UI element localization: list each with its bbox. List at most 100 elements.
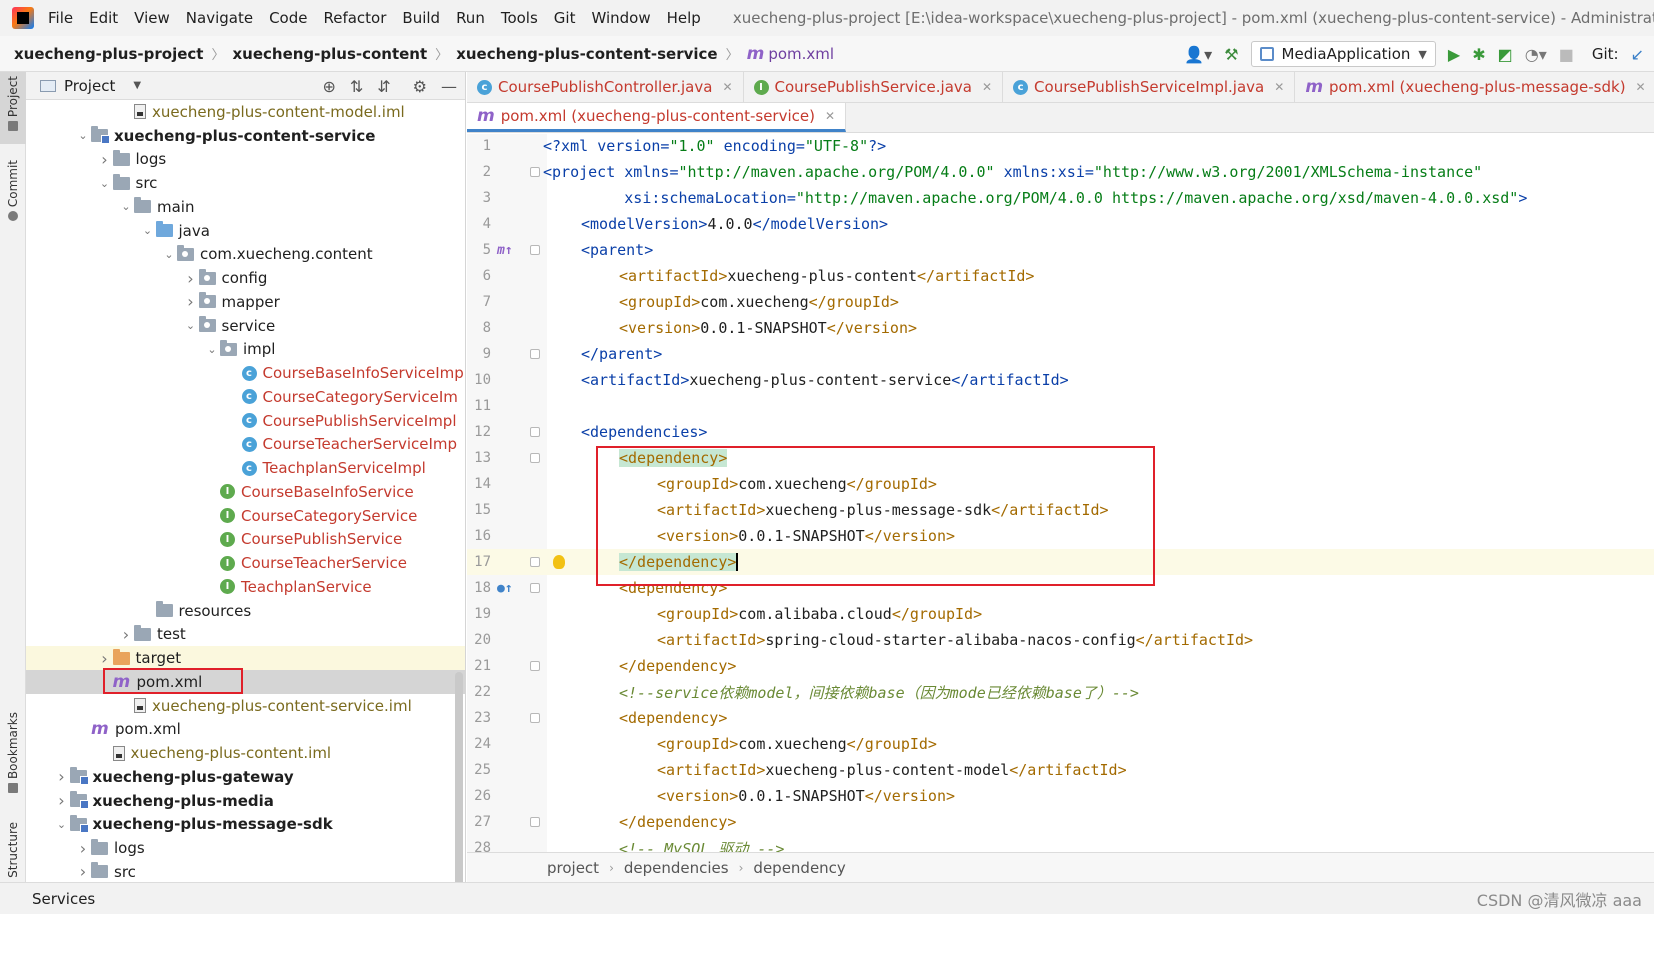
close-icon[interactable]: ✕ (825, 109, 835, 123)
gear-icon[interactable]: ⚙ (413, 77, 427, 96)
chevron-down-icon[interactable]: ⌄ (161, 248, 177, 261)
gutter-navigate-icon[interactable]: m↑ (497, 243, 513, 258)
tree-item[interactable]: ⌄ impl (26, 338, 465, 362)
tool-tab-project[interactable]: Project (0, 72, 26, 144)
tree-item[interactable]: ⌄ src (26, 171, 465, 195)
tree-item[interactable]: ⌄ xuecheng-plus-message-sdk (26, 813, 465, 837)
tree-item[interactable]: ⌄ xuecheng-plus-content-service (26, 124, 465, 148)
tree-item[interactable]: ›cCoursePublishServiceImpl (26, 409, 465, 433)
chevron-down-icon[interactable]: ▼ (133, 80, 141, 91)
fold-marker-icon[interactable] (530, 349, 540, 359)
chevron-down-icon[interactable]: ⌄ (118, 200, 134, 213)
menu-item-run[interactable]: Run (456, 9, 485, 27)
tool-tab-commit[interactable]: Commit (0, 160, 26, 222)
fold-marker-icon[interactable] (530, 167, 540, 177)
editor-tab[interactable]: c CoursePublishController.java ✕ (467, 72, 744, 102)
breadcrumb-project[interactable]: project (547, 859, 599, 877)
chevron-right-icon[interactable]: › (75, 839, 91, 858)
tree-item[interactable]: ›xuecheng-plus-content-model.iml (26, 100, 465, 124)
hide-panel-icon[interactable]: — (441, 77, 457, 96)
tree-item[interactable]: › logs (26, 148, 465, 172)
fold-marker-icon[interactable] (530, 453, 540, 463)
menu-item-refactor[interactable]: Refactor (323, 9, 386, 27)
editor-tab[interactable]: I CoursePublishService.java ✕ (744, 72, 1004, 102)
menu-item-window[interactable]: Window (591, 9, 650, 27)
chevron-down-icon[interactable]: ⌄ (204, 343, 220, 356)
breadcrumb-dependencies[interactable]: dependencies (624, 859, 729, 877)
tree-item[interactable]: ⌄ service (26, 314, 465, 338)
nav-crumb-submodule[interactable]: xuecheng-plus-content-service (456, 45, 717, 63)
project-panel-title[interactable]: Project (64, 77, 115, 95)
menu-item-edit[interactable]: Edit (89, 9, 118, 27)
nav-crumb-module[interactable]: xuecheng-plus-content (232, 45, 427, 63)
tree-item[interactable]: ›xuecheng-plus-content-service.iml (26, 694, 465, 718)
menu-item-file[interactable]: File (48, 9, 73, 27)
run-icon[interactable]: ▶ (1448, 45, 1460, 64)
fold-marker-icon[interactable] (530, 583, 540, 593)
fold-marker-icon[interactable] (530, 557, 540, 567)
chevron-right-icon[interactable]: › (183, 292, 199, 311)
tree-item[interactable]: ›cTeachplanServiceImpl (26, 456, 465, 480)
menu-item-help[interactable]: Help (667, 9, 701, 27)
chevron-right-icon[interactable]: › (54, 767, 70, 786)
tool-tab-services[interactable]: Services (32, 890, 95, 908)
tree-item[interactable]: ⌄ com.xuecheng.content (26, 243, 465, 267)
menu-item-tools[interactable]: Tools (501, 9, 538, 27)
gutter-navigate-icon[interactable]: ●↑ (497, 581, 513, 596)
chevron-right-icon[interactable]: › (97, 150, 113, 169)
profile-icon[interactable]: ◔▾ (1525, 45, 1547, 64)
tree-item[interactable]: ⌄ java (26, 219, 465, 243)
chevron-right-icon[interactable]: › (183, 269, 199, 288)
debug-icon[interactable]: ✱ (1472, 45, 1485, 64)
chevron-right-icon[interactable]: › (118, 625, 134, 644)
chevron-down-icon[interactable]: ⌄ (140, 224, 156, 237)
editor-tab[interactable]: m pom.xml (xuecheng-plus-message-sdk) ✕ (1295, 72, 1654, 102)
tree-item[interactable]: ›ITeachplanService (26, 575, 465, 599)
chevron-down-icon[interactable]: ⌄ (54, 818, 70, 831)
build-hammer-icon[interactable]: ⚒ (1224, 45, 1238, 64)
menu-item-build[interactable]: Build (402, 9, 440, 27)
fold-marker-icon[interactable] (530, 245, 540, 255)
stop-icon[interactable]: ■ (1559, 45, 1574, 64)
tree-item[interactable]: › config (26, 266, 465, 290)
tree-scrollbar[interactable] (455, 672, 463, 912)
fold-marker-icon[interactable] (530, 817, 540, 827)
run-configuration-select[interactable]: MediaApplication ▼ (1250, 41, 1436, 67)
tree-item[interactable]: ›ICourseTeacherService (26, 551, 465, 575)
tree-item[interactable]: ›ICourseBaseInfoService (26, 480, 465, 504)
chevron-down-icon[interactable]: ⌄ (75, 129, 91, 142)
menu-item-view[interactable]: View (134, 9, 170, 27)
tree-item[interactable]: ⌄ main (26, 195, 465, 219)
tree-item[interactable]: ›resources (26, 599, 465, 623)
tool-tab-bookmarks[interactable]: Bookmarks (0, 712, 26, 794)
tree-item[interactable]: ›cCourseBaseInfoServiceImp (26, 361, 465, 385)
lightbulb-icon[interactable] (553, 555, 565, 569)
nav-crumb-project[interactable]: xuecheng-plus-project (14, 45, 203, 63)
tree-item[interactable]: › xuecheng-plus-gateway (26, 765, 465, 789)
tree-item[interactable]: ›mpom.xml (26, 670, 465, 694)
menu-item-git[interactable]: Git (554, 9, 576, 27)
tree-item[interactable]: › logs (26, 836, 465, 860)
tree-item[interactable]: › target (26, 646, 465, 670)
tree-item[interactable]: ›ICoursePublishService (26, 528, 465, 552)
breadcrumb-dependency[interactable]: dependency (753, 859, 845, 877)
chevron-right-icon[interactable]: › (54, 791, 70, 810)
tree-item[interactable]: ›cCourseTeacherServiceImp (26, 433, 465, 457)
close-icon[interactable]: ✕ (982, 80, 992, 94)
collapse-all-icon[interactable]: ⇵ (377, 77, 390, 96)
fold-marker-icon[interactable] (530, 713, 540, 723)
git-update-icon[interactable]: ↙ (1631, 45, 1644, 64)
chevron-right-icon[interactable]: › (75, 862, 91, 881)
fold-marker-icon[interactable] (530, 661, 540, 671)
chevron-down-icon[interactable]: ⌄ (183, 319, 199, 332)
fold-marker-icon[interactable] (530, 427, 540, 437)
coverage-icon[interactable]: ◩ (1498, 45, 1513, 64)
editor-tab[interactable]: m pom.xml (xuecheng-plus-content-service)… (467, 103, 847, 132)
nav-crumb-file[interactable]: pom.xml (768, 45, 834, 63)
tree-item[interactable]: › src (26, 860, 465, 884)
expand-all-icon[interactable]: ⇅ (350, 77, 363, 96)
tree-item[interactable]: ›mpom.xml (26, 718, 465, 742)
editor-tab[interactable]: c CoursePublishServiceImpl.java ✕ (1003, 72, 1296, 102)
user-icon[interactable]: 👤▾ (1184, 45, 1212, 64)
tree-item[interactable]: ›xuecheng-plus-content.iml (26, 741, 465, 765)
